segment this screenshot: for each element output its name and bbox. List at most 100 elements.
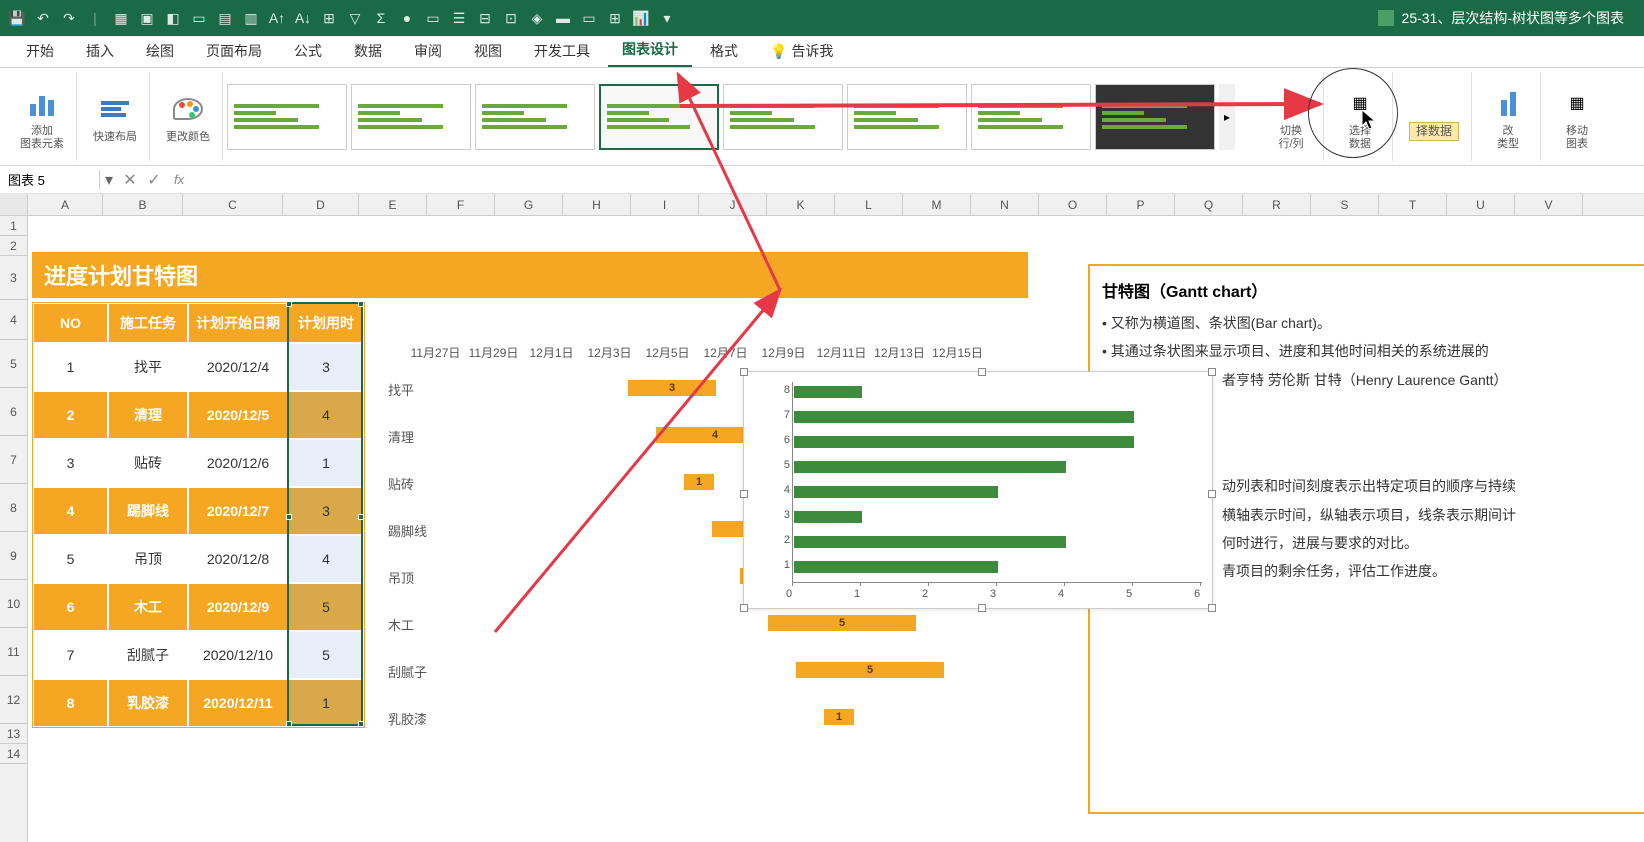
qat-icon[interactable]: ▭ [424,9,442,27]
change-colors-button[interactable]: 更改颜色 [162,85,214,147]
gantt-bar[interactable]: 5 [768,615,916,631]
tab-start[interactable]: 开始 [12,35,68,67]
table-header-task[interactable]: 施工任务 [108,303,188,343]
chart-bar[interactable] [794,536,1066,548]
qat-icon[interactable]: ▽ [346,9,364,27]
qat-icon[interactable]: ▦ [112,9,130,27]
row-header[interactable]: 13 [0,724,27,744]
table-header-no[interactable]: NO [33,303,108,343]
col-header[interactable]: R [1243,194,1311,215]
qat-icon[interactable]: 📊 [632,9,650,27]
qat-icon[interactable]: ▾ [658,9,676,27]
col-header[interactable]: Q [1175,194,1243,215]
switch-row-col-button[interactable]: ⇄ 切换 行/列 [1267,79,1315,153]
tab-pagelayout[interactable]: 页面布局 [192,35,276,67]
col-header[interactable]: S [1311,194,1379,215]
row-header[interactable]: 5 [0,340,27,388]
qat-icon[interactable]: ▭ [190,9,208,27]
row-header[interactable]: 11 [0,628,27,676]
col-header[interactable]: L [835,194,903,215]
name-box[interactable]: 图表 5 [0,170,100,189]
col-header[interactable]: J [699,194,767,215]
save-icon[interactable]: 💾 [8,9,26,27]
qat-icon[interactable]: ⊟ [476,9,494,27]
namebox-dropdown[interactable]: ▾ [100,170,118,190]
qat-icon[interactable]: ▥ [242,9,260,27]
tab-data[interactable]: 数据 [340,35,396,67]
chart-bar[interactable] [794,486,998,498]
gantt-bar[interactable]: 1 [824,709,854,725]
chart-bar[interactable] [794,561,998,573]
row-header[interactable]: 1 [0,216,27,236]
qat-icon[interactable]: ▣ [138,9,156,27]
qat-icon[interactable]: A↑ [268,9,286,27]
row-header[interactable]: 3 [0,256,27,300]
col-header[interactable]: P [1107,194,1175,215]
col-header[interactable]: E [359,194,427,215]
chart-style-6[interactable] [847,84,967,150]
col-header[interactable]: A [28,194,103,215]
table-header-duration[interactable]: 计划用时 [288,303,364,343]
row-header[interactable]: 2 [0,236,27,256]
row-header[interactable]: 9 [0,532,27,580]
qat-icon[interactable]: ☰ [450,9,468,27]
row-header[interactable]: 14 [0,744,27,764]
formula-bar[interactable]: fx [166,172,1644,187]
undo-icon[interactable]: ↶ [34,9,52,27]
table-header-date[interactable]: 计划开始日期 [188,303,288,343]
col-header[interactable]: G [495,194,563,215]
chart-bar[interactable] [794,511,862,523]
col-header[interactable]: I [631,194,699,215]
chart-bar[interactable] [794,386,862,398]
gantt-bar[interactable]: 1 [684,474,714,490]
tab-draw[interactable]: 绘图 [132,35,188,67]
tab-format[interactable]: 格式 [696,35,752,67]
tab-insert[interactable]: 插入 [72,35,128,67]
row-header[interactable]: 6 [0,388,27,436]
qat-icon[interactable]: ◈ [528,9,546,27]
chart-style-5[interactable] [723,84,843,150]
chart-bar[interactable] [794,411,1134,423]
tab-review[interactable]: 审阅 [400,35,456,67]
chart-style-7[interactable] [971,84,1091,150]
qat-icon[interactable]: ⊞ [320,9,338,27]
chart-style-2[interactable] [351,84,471,150]
chart-style-3[interactable] [475,84,595,150]
qat-icon[interactable]: A↓ [294,9,312,27]
tab-chartdesign[interactable]: 图表设计 [608,33,692,67]
move-chart-button[interactable]: ▦ 移动 图表 [1553,79,1601,153]
change-chart-type-button[interactable]: 改 类型 [1484,79,1532,153]
chart-style-4[interactable] [599,84,719,150]
col-header[interactable]: T [1379,194,1447,215]
row-header[interactable]: 8 [0,484,27,532]
col-header[interactable]: C [183,194,283,215]
row-header[interactable]: 12 [0,676,27,724]
cancel-formula-icon[interactable]: ✕ [118,170,142,190]
col-header[interactable]: N [971,194,1039,215]
col-header[interactable]: M [903,194,971,215]
gantt-bar[interactable]: 5 [796,662,944,678]
qat-icon[interactable]: ▬ [554,9,572,27]
qat-icon[interactable]: ▤ [216,9,234,27]
choose-data-tooltip[interactable]: 择数据 [1405,88,1463,145]
tab-view[interactable]: 视图 [460,35,516,67]
select-all-corner[interactable] [0,194,28,215]
qat-icon[interactable]: ◧ [164,9,182,27]
chart-bar[interactable] [794,436,1134,448]
col-header[interactable]: B [103,194,183,215]
row-header[interactable]: 10 [0,580,27,628]
row-header[interactable]: 4 [0,300,27,340]
chart-style-1[interactable] [227,84,347,150]
col-header[interactable]: O [1039,194,1107,215]
accept-formula-icon[interactable]: ✓ [142,170,166,190]
gallery-next-button[interactable]: ▸ [1219,84,1235,150]
selected-chart[interactable]: 8 7 6 5 4 3 2 1 0 1 2 [743,371,1213,609]
qat-icon[interactable]: ⊞ [606,9,624,27]
col-header[interactable]: F [427,194,495,215]
qat-icon[interactable]: ● [398,9,416,27]
col-header[interactable]: K [767,194,835,215]
chart-bar[interactable] [794,461,1066,473]
gantt-bar[interactable]: 3 [628,380,716,396]
qat-icon[interactable]: ▭ [580,9,598,27]
redo-icon[interactable]: ↷ [60,9,78,27]
